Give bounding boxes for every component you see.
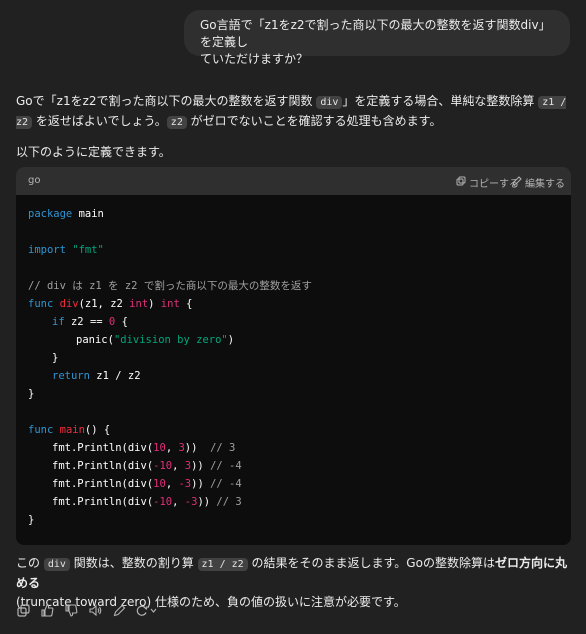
code-language-label: go xyxy=(28,175,41,186)
edit-code-button[interactable]: 編集する xyxy=(512,175,565,190)
code-block: go コピーする 編集する package main import "fmt" … xyxy=(16,167,571,545)
reply-text: Goで「z1をz2で割った商以下の最大の整数を返す関数 xyxy=(16,94,317,108)
code-line: func main() { xyxy=(28,424,111,436)
inline-code: z2 xyxy=(166,116,187,129)
code-line: func div(z1, z2 int) int { xyxy=(28,298,193,310)
code-header: go コピーする 編集する xyxy=(16,167,571,195)
code-line: fmt.Println(div(-10, -3)) // 3 xyxy=(52,496,242,508)
reply-text: 関数は、整数の割り算 xyxy=(69,556,198,570)
message-actions xyxy=(16,603,158,617)
user-message-line: ていただけますか？ xyxy=(200,52,309,66)
code-line: } xyxy=(52,352,59,364)
inline-code: z1 / z2 xyxy=(197,558,248,571)
code-body: package main import "fmt" // div は z1 を … xyxy=(16,195,571,545)
edit-icon[interactable] xyxy=(112,603,126,617)
thumbs-up-icon[interactable] xyxy=(40,603,54,617)
thumbs-down-icon[interactable] xyxy=(64,603,78,617)
regenerate-icon[interactable] xyxy=(136,603,158,617)
copy-icon[interactable] xyxy=(16,603,30,617)
code-line: return z1 / z2 xyxy=(52,370,141,382)
reply-text: を返せばよいでしょう。 xyxy=(32,114,167,128)
reply-text: この xyxy=(16,556,44,570)
code-line: if z2 == 0 { xyxy=(52,316,128,328)
reply-text: がゼロでないことを確認する処理も含めます。 xyxy=(186,114,442,128)
user-message-bubble: Go言語で「z1をz2で割った商以下の最大の整数を返す関数div」を定義し てい… xyxy=(184,10,570,66)
code-line: package main xyxy=(28,208,104,220)
code-line: fmt.Println(div(10, -3)) // -4 xyxy=(52,478,242,490)
user-message-line: Go言語で「z1をz2で割った商以下の最大の整数を返す関数div」を定義し xyxy=(200,18,551,49)
copy-icon xyxy=(456,176,466,189)
reply-text: の結果をそのまま返します。Goの整数除算は xyxy=(247,556,495,570)
reply-paragraph-1: Goで「z1をz2で割った商以下の最大の整数を返す関数 div 」を定義する場合、… xyxy=(16,92,572,132)
copy-code-button[interactable]: コピーする xyxy=(456,175,519,190)
code-line: import "fmt" xyxy=(28,244,104,256)
read-aloud-icon[interactable] xyxy=(88,603,102,617)
code-line: fmt.Println(div(10, 3)) // 3 xyxy=(52,442,236,454)
reply-paragraph-2: 以下のように定義できます。 xyxy=(16,145,171,159)
code-line: panic("division by zero") xyxy=(76,334,235,346)
inline-code: div xyxy=(43,558,70,571)
edit-icon xyxy=(512,176,522,189)
code-line: } xyxy=(28,514,35,526)
code-line: // div は z1 を z2 で割った商以下の最大の整数を返す xyxy=(28,280,312,292)
edit-code-label: 編集する xyxy=(525,179,565,190)
reply-text: 」を定義する場合、単純な整数除算 xyxy=(342,94,539,108)
code-line: } xyxy=(28,388,35,400)
inline-code: div xyxy=(316,96,343,109)
code-line: fmt.Println(div(-10, 3)) // -4 xyxy=(52,460,242,472)
